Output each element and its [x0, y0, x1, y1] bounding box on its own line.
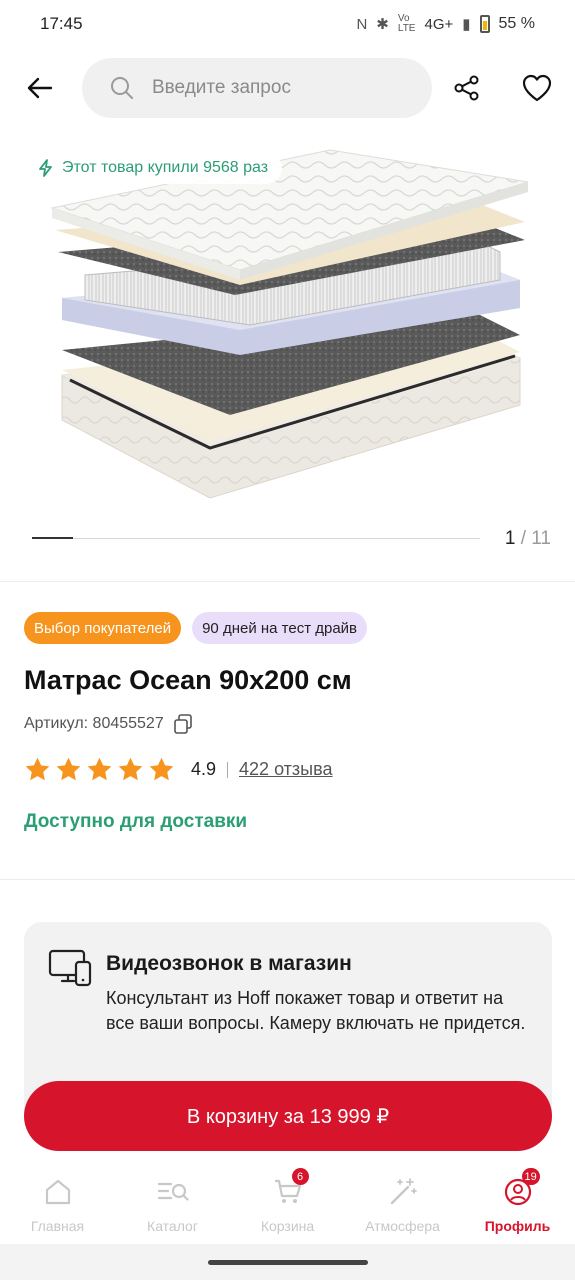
profile-icon: 19 [502, 1168, 540, 1208]
nav-item-profile[interactable]: 19 Профиль [460, 1162, 575, 1244]
arrow-left-icon [27, 77, 53, 99]
nav-item-catalog[interactable]: Каталог [115, 1162, 230, 1244]
gesture-handle[interactable] [208, 1260, 368, 1265]
video-call-title: Видеозвонок в магазин [106, 952, 352, 975]
home-icon [42, 1176, 74, 1208]
gallery-progress-track [32, 538, 480, 539]
network-type: 4G+ [424, 15, 454, 33]
nav-label-profile: Профиль [484, 1218, 551, 1234]
copy-icon [173, 714, 192, 734]
search-placeholder: Введите запрос [152, 77, 291, 98]
tag-customer-choice[interactable]: Выбор покупателей [24, 612, 182, 644]
star-icon [56, 757, 81, 781]
product-gallery[interactable]: Этот товар купили 9568 раз 1 / 11 [0, 130, 575, 570]
system-gesture-bar [0, 1244, 575, 1280]
section-divider [0, 581, 575, 582]
catalog-search-icon [157, 1176, 189, 1208]
search-input[interactable]: Введите запрос [82, 58, 432, 118]
battery-percent: 55 % [498, 15, 535, 32]
section-divider [0, 879, 575, 880]
search-icon [111, 77, 133, 99]
star-icon [149, 757, 174, 781]
star-icon [25, 757, 50, 781]
tag-test-drive[interactable]: 90 дней на тест драйв [192, 612, 368, 644]
nav-item-cart[interactable]: 6 Корзина [230, 1162, 345, 1244]
heart-icon [522, 74, 552, 102]
back-button[interactable] [18, 68, 62, 108]
gallery-counter-separator: / [520, 528, 526, 549]
devices-icon [48, 949, 92, 987]
sku-text: Артикул: 80455527 [24, 715, 164, 732]
volte-icon: Vo LTE [397, 13, 416, 34]
nfc-icon: N [356, 15, 368, 33]
status-bar: 17:45 N ✱ Vo LTE 4G+ ▮ 55 % [0, 0, 575, 48]
share-button[interactable] [446, 68, 488, 108]
purchase-count-text: Этот товар купили 9568 раз [62, 159, 269, 176]
availability-status: Доступно для доставки [24, 811, 248, 832]
sku-row: Артикул: 80455527 [24, 713, 194, 735]
share-icon [454, 75, 479, 101]
nav-label-catalog: Каталог [147, 1218, 198, 1234]
bluetooth-icon: ✱ [376, 16, 389, 33]
purchase-count-badge: Этот товар купили 9568 раз [30, 152, 283, 184]
gallery-counter: 1 / 11 [505, 528, 551, 550]
gallery-current-index: 1 [504, 528, 516, 549]
nav-label-cart: Корзина [260, 1218, 315, 1234]
reviews-link[interactable]: 422 отзыва [239, 759, 332, 780]
bottom-navigation: Главная Каталог 6 Корзина Атмосфера 19 П… [0, 1162, 575, 1244]
video-call-description: Консультант из Hoff покажет товар и отве… [106, 988, 526, 1033]
signal-icon: ▮ [462, 16, 471, 33]
rating-value: 4.9 [191, 759, 217, 779]
battery-icon [479, 15, 490, 33]
star-icon [118, 757, 143, 781]
favorite-button[interactable] [515, 68, 559, 108]
product-tags: Выбор покупателей 90 дней на тест драйв [24, 612, 368, 644]
rating-row: 4.9 422 отзыва [24, 756, 333, 783]
profile-badge: 19 [521, 1168, 540, 1185]
nav-item-home[interactable]: Главная [0, 1162, 115, 1244]
rating-stars [24, 756, 175, 783]
add-to-cart-button[interactable]: В корзину за 13 999 ₽ [24, 1081, 552, 1151]
top-bar: Введите запрос [0, 58, 575, 118]
product-title: Матрас Ocean 90x200 см [24, 665, 352, 695]
magic-wand-icon [387, 1176, 419, 1208]
status-icons: N ✱ Vo LTE 4G+ ▮ 55 % [356, 14, 535, 34]
copy-sku-button[interactable] [172, 713, 194, 735]
cart-icon: 6 [272, 1168, 309, 1208]
nav-label-home: Главная [30, 1218, 85, 1234]
gallery-total-count: 11 [531, 528, 551, 549]
status-time: 17:45 [40, 14, 83, 33]
lightning-icon [39, 159, 52, 177]
cart-badge: 6 [291, 1168, 309, 1185]
nav-item-atmosphere[interactable]: Атмосфера [345, 1162, 460, 1244]
nav-label-atmosphere: Атмосфера [365, 1218, 440, 1234]
rating-separator [227, 761, 229, 778]
gallery-progress-thumb [32, 537, 73, 539]
product-image-mattress [50, 149, 529, 499]
star-icon [87, 757, 112, 781]
